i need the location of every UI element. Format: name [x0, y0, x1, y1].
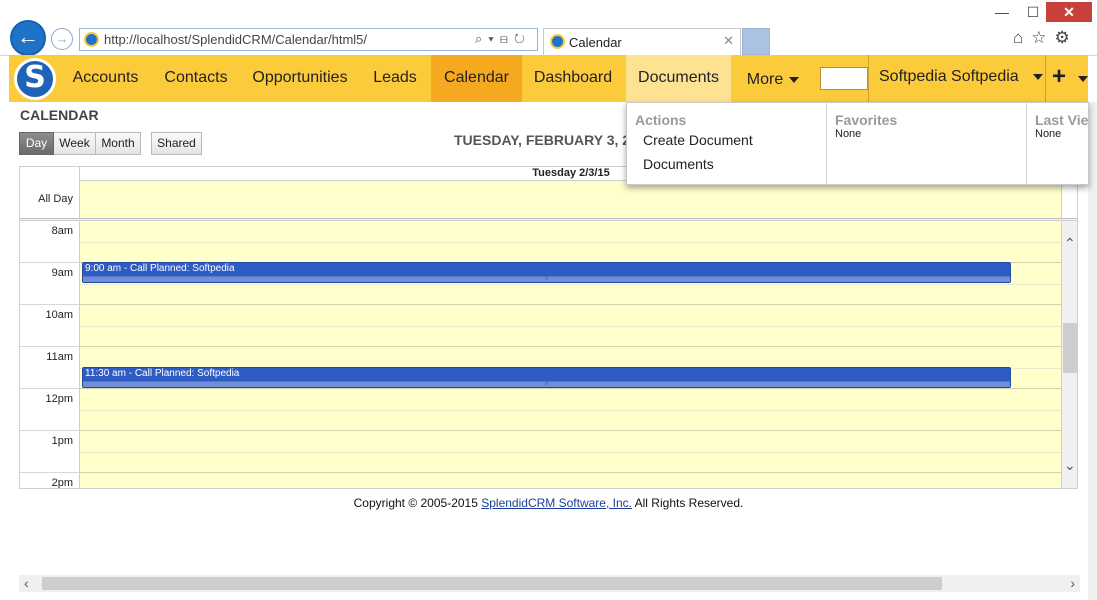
- hour-row: 10am: [20, 305, 1062, 347]
- hour-slot[interactable]: [79, 473, 1062, 488]
- resize-handle[interactable]: ≡: [83, 381, 1010, 387]
- documents-link[interactable]: Documents: [643, 156, 714, 172]
- app-nav-bar: S Accounts Contacts Opportunities Leads …: [9, 55, 1088, 102]
- documents-dropdown: Actions Create Document Documents Favori…: [626, 102, 1089, 185]
- browser-tools-icon[interactable]: ⌂☆⚙: [1013, 28, 1078, 48]
- chevron-down-icon[interactable]: ⌄: [1064, 457, 1076, 474]
- view-week-button[interactable]: Week: [54, 132, 96, 155]
- add-icon[interactable]: +: [1052, 55, 1066, 102]
- close-window-icon[interactable]: ✕: [1046, 2, 1092, 22]
- all-day-cell[interactable]: [79, 181, 1062, 218]
- address-url[interactable]: http://localhost/SplendidCRM/Calendar/ht…: [104, 32, 367, 47]
- nav-opportunities[interactable]: Opportunities: [247, 55, 353, 102]
- hour-slot[interactable]: [79, 389, 1062, 431]
- date-heading: TUESDAY, FEBRUARY 3, 20: [454, 132, 638, 148]
- hour-row: 12pm: [20, 389, 1062, 431]
- minimize-icon[interactable]: —: [985, 2, 1019, 22]
- splendidcrm-logo[interactable]: S: [14, 58, 56, 100]
- copyright-text: Copyright © 2005-2015: [353, 496, 482, 510]
- page-vertical-scrollbar[interactable]: [1088, 102, 1097, 600]
- hour-label: 11am: [20, 347, 79, 389]
- chevron-down-icon: [789, 76, 800, 83]
- all-day-label: All Day: [38, 193, 73, 205]
- favorites-empty: None: [835, 128, 862, 140]
- hour-label: 2pm: [20, 473, 79, 488]
- chevron-down-icon[interactable]: [1078, 76, 1088, 82]
- last-viewed-header: Last View: [1035, 112, 1088, 128]
- hour-label: 8am: [20, 221, 79, 263]
- tab-title: Calendar: [569, 35, 622, 50]
- actions-header: Actions: [635, 112, 687, 128]
- day-calendar: Tuesday 2/3/15 All Day 8am 9am 10am 11am…: [19, 166, 1078, 489]
- hour-slot[interactable]: [79, 431, 1062, 473]
- hour-slot[interactable]: [79, 305, 1062, 347]
- calendar-event[interactable]: 9:00 am - Call Planned: Softpedia ≡: [82, 262, 1011, 283]
- tab-favicon-icon: [550, 34, 565, 49]
- favorites-header: Favorites: [835, 112, 898, 128]
- footer: Copyright © 2005-2015 SplendidCRM Softwa…: [0, 496, 1097, 510]
- browser-chrome: — ☐ ✕ ← → http://localhost/SplendidCRM/C…: [0, 0, 1097, 56]
- company-link[interactable]: SplendidCRM Software, Inc.: [481, 496, 632, 510]
- calendar-event[interactable]: 11:30 am - Call Planned: Softpedia ≡: [82, 367, 1011, 388]
- chevron-left-icon[interactable]: ‹: [24, 575, 29, 592]
- nav-more-label: More: [746, 71, 784, 88]
- chevron-right-icon[interactable]: ›: [1070, 575, 1075, 592]
- nav-more[interactable]: More: [739, 55, 807, 102]
- calendar-scrollbar[interactable]: ⌃ ⌄: [1062, 221, 1077, 488]
- new-tab-button[interactable]: [742, 28, 770, 55]
- site-favicon-icon: [84, 32, 99, 47]
- user-menu[interactable]: Softpedia Softpedia: [868, 55, 1046, 102]
- back-arrow-icon[interactable]: ←: [10, 20, 46, 56]
- nav-contacts[interactable]: Contacts: [156, 55, 236, 102]
- nav-leads[interactable]: Leads: [365, 55, 425, 102]
- time-grid: 8am 9am 10am 11am 12pm 1pm 2pm 9:00 am -…: [20, 221, 1062, 488]
- view-day-button[interactable]: Day: [19, 132, 54, 155]
- hour-row: 1pm: [20, 431, 1062, 473]
- nav-documents[interactable]: Documents: [626, 55, 731, 102]
- hour-row: 2pm: [20, 473, 1062, 488]
- create-document-link[interactable]: Create Document: [643, 132, 753, 148]
- nav-dashboard[interactable]: Dashboard: [527, 55, 619, 102]
- shared-button[interactable]: Shared: [151, 132, 202, 155]
- maximize-icon[interactable]: ☐: [1016, 2, 1050, 22]
- hour-row: 8am: [20, 221, 1062, 263]
- address-bar[interactable]: http://localhost/SplendidCRM/Calendar/ht…: [79, 28, 538, 51]
- hour-label: 9am: [20, 263, 79, 305]
- last-viewed-column: Last View None: [1026, 103, 1088, 184]
- forward-arrow-icon[interactable]: →: [51, 28, 73, 50]
- hour-label: 10am: [20, 305, 79, 347]
- nav-accounts[interactable]: Accounts: [65, 55, 146, 102]
- close-tab-icon[interactable]: ✕: [723, 33, 734, 49]
- hour-label: 12pm: [20, 389, 79, 431]
- rights-text: All Rights Reserved.: [631, 496, 744, 510]
- search-input[interactable]: [820, 67, 868, 90]
- address-tools-icon[interactable]: ⌕▾⊟↻: [475, 31, 531, 47]
- resize-handle[interactable]: ≡: [83, 276, 1010, 282]
- user-name: Softpedia Softpedia: [879, 68, 1019, 85]
- favorites-column: Favorites None: [826, 103, 1026, 184]
- chevron-down-icon: [1032, 73, 1043, 80]
- event-label: 9:00 am - Call Planned: Softpedia: [85, 263, 235, 274]
- browser-tab[interactable]: Calendar ✕: [543, 28, 741, 56]
- event-label: 11:30 am - Call Planned: Softpedia: [85, 368, 240, 379]
- page-title: CALENDAR: [20, 107, 99, 123]
- last-viewed-empty: None: [1035, 128, 1062, 140]
- scrollbar-thumb[interactable]: [1063, 323, 1077, 373]
- scrollbar-thumb[interactable]: [42, 577, 942, 590]
- chevron-up-icon[interactable]: ⌃: [1064, 235, 1076, 252]
- nav-calendar[interactable]: Calendar: [431, 55, 522, 102]
- hour-slot[interactable]: [79, 221, 1062, 263]
- view-month-button[interactable]: Month: [95, 132, 141, 155]
- actions-column: Actions Create Document Documents: [627, 103, 826, 184]
- page-horizontal-scrollbar[interactable]: ‹ ›: [19, 575, 1080, 592]
- hour-label: 1pm: [20, 431, 79, 473]
